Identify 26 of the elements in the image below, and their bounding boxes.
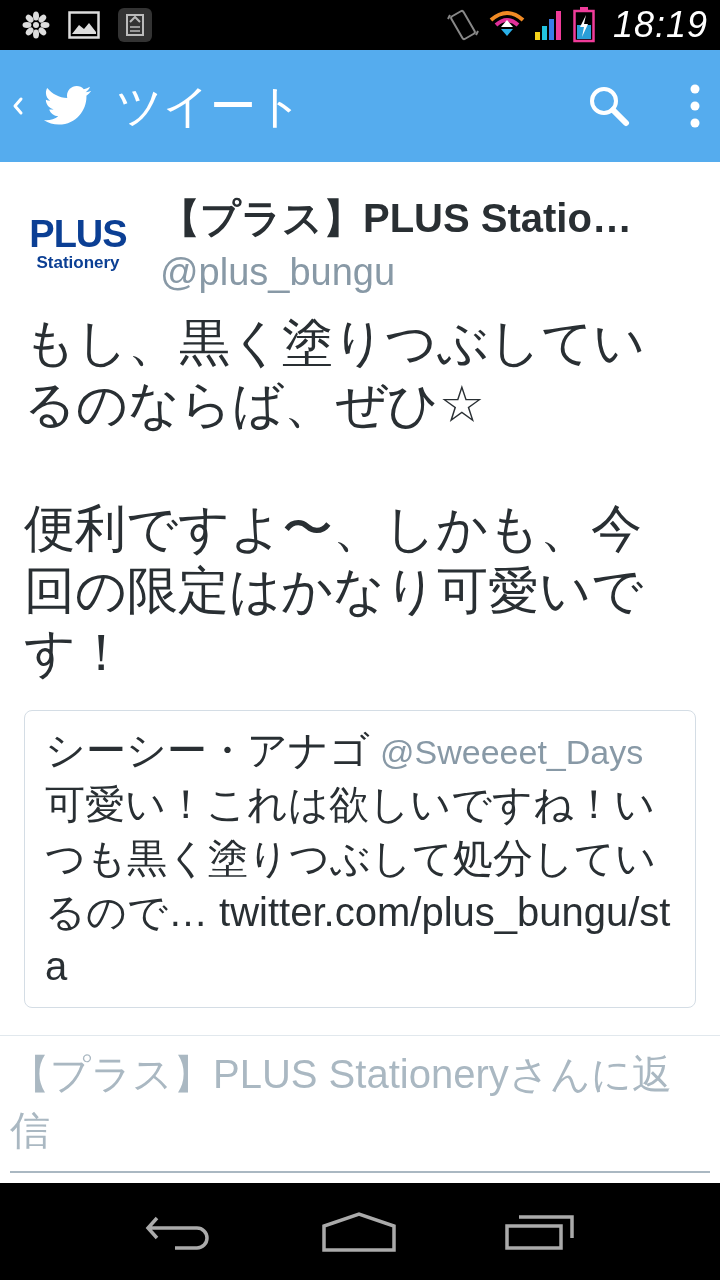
image-icon (68, 11, 100, 39)
home-icon (322, 1211, 396, 1252)
quoted-author-name: シーシー・アナゴ (45, 727, 370, 774)
author-name[interactable]: 【プラス】PLUS Statio… (160, 190, 632, 246)
logo-subtext: Stationery (36, 252, 120, 274)
menu-dots-icon (690, 84, 700, 128)
bird-icon (42, 85, 92, 127)
tweet-text: もし、黒く塗りつぶしているのならば、ぜひ☆ (24, 313, 646, 435)
screen-title: ツイート (116, 83, 303, 129)
quoted-tweet-card[interactable]: シーシー・アナゴ @Sweeeet_Days 可愛い！これは欲しいですね！いつも黒く塗りつぶして処分しているので… twitter.com/plus_bungu/sta (24, 710, 696, 1008)
quoted-tweet-text: 可愛い！これは欲しいですね！いつも黒く塗りつぶして処分しているので… twitter.com/plus_bungu/sta (45, 781, 672, 990)
home-button[interactable] (322, 1211, 396, 1252)
recent-apps-button[interactable] (505, 1213, 576, 1250)
logo-text: PLUS (29, 214, 127, 253)
vibrate-phone-icon (446, 7, 479, 43)
chevron-left-icon (12, 96, 24, 116)
signal-icon (534, 10, 563, 40)
clock-time: 18:19 (612, 4, 708, 46)
battery-charging-icon (572, 7, 595, 43)
app-icon (118, 8, 152, 42)
recent-apps-icon (505, 1213, 576, 1250)
reply-field[interactable]: 【プラス】PLUS Stationeryさんに返信 (10, 1036, 710, 1173)
flower-icon (22, 11, 50, 39)
search-icon (588, 85, 630, 127)
tweet-text: 便利ですよ〜、しかも、今回の限定はかなり可愛いです！ (24, 499, 644, 683)
quoted-author-handle: @Sweeeet_Days (380, 732, 644, 773)
